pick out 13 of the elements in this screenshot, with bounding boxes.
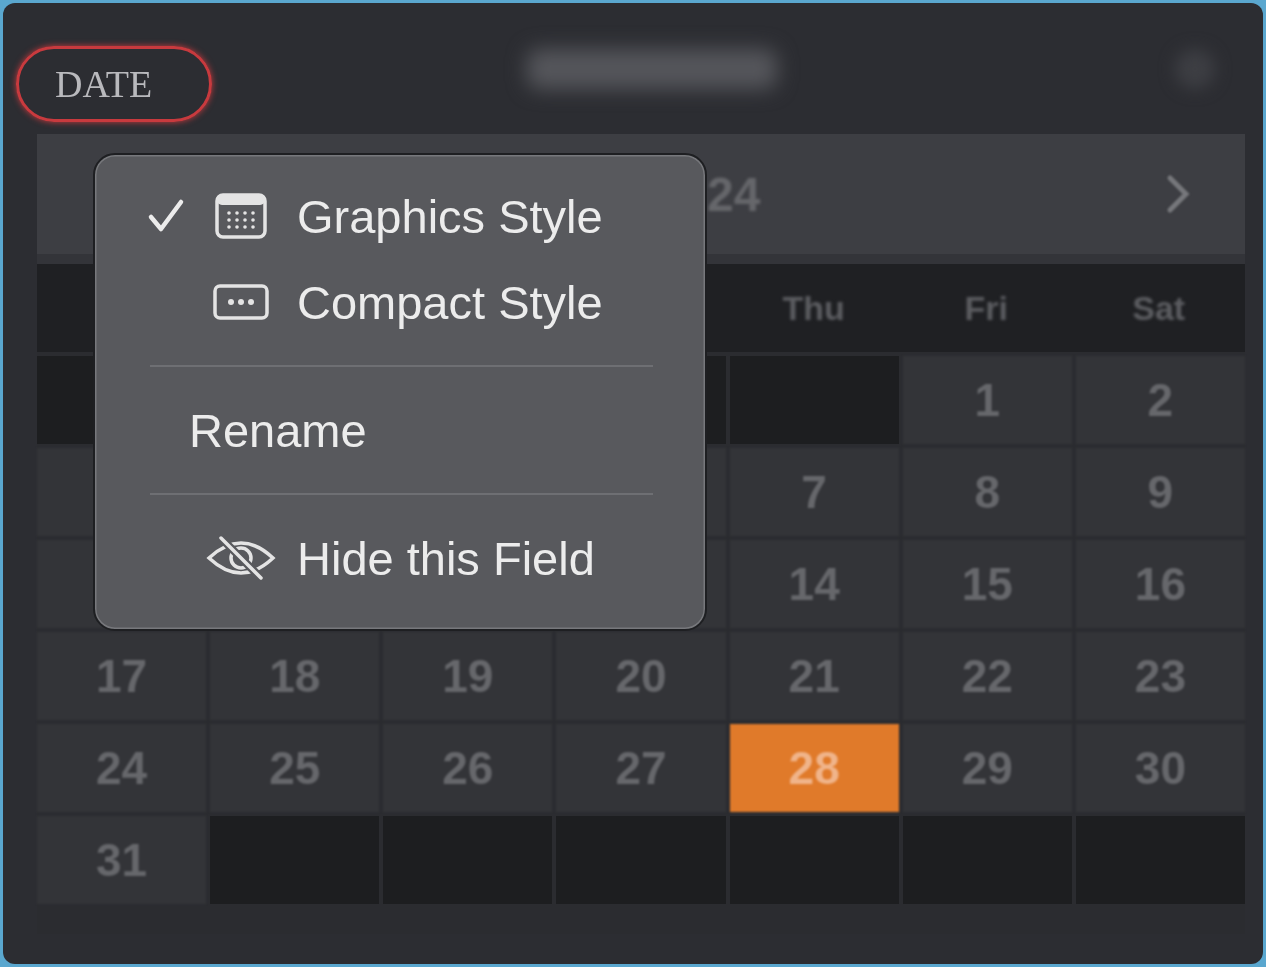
chevron-right-icon[interactable] [1166,174,1190,214]
field-label[interactable]: DATE [16,46,212,122]
eye-slash-icon [205,534,277,582]
menu-item[interactable]: Hide this Field [297,530,595,586]
weekday-label: Sat [1132,288,1186,327]
menu-item[interactable]: Rename [189,402,367,458]
menu-item[interactable]: Compact Style [297,274,603,330]
day-cell[interactable]: 28 [729,724,899,812]
weekday-label: Fri [964,288,1008,327]
ellipsis-box-icon [213,284,269,320]
weekday-label: Thu [782,288,845,327]
calendar-icon [215,193,267,239]
menu-item[interactable]: Graphics Style [297,188,603,244]
